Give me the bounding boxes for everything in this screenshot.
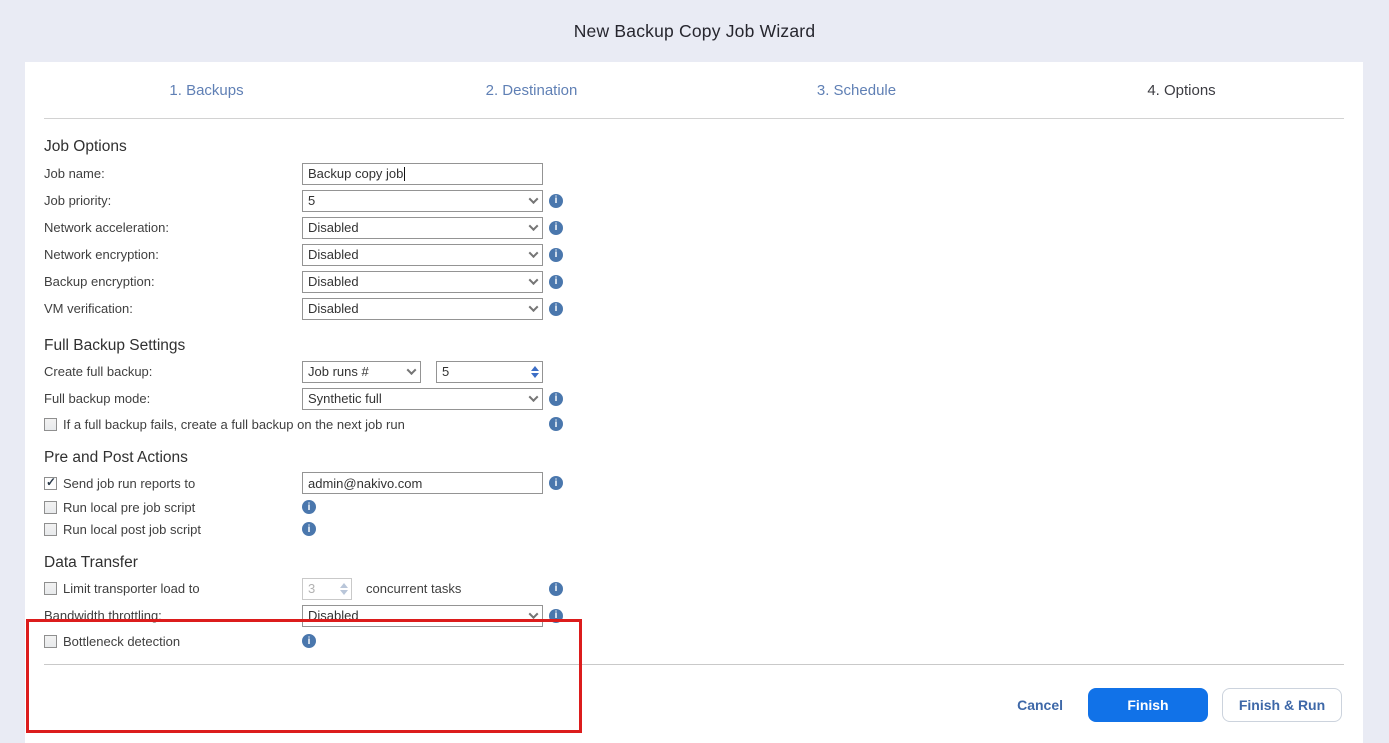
send-reports-label: Send job run reports to — [63, 475, 196, 491]
full-backup-fail-row: If a full backup fails, create a full ba… — [44, 412, 1363, 436]
info-icon[interactable] — [549, 391, 563, 406]
create-full-backup-mode-select[interactable]: Job runs # — [302, 360, 421, 383]
full-backup-fail-label: If a full backup fails, create a full ba… — [63, 416, 405, 432]
info-icon[interactable] — [302, 500, 316, 514]
full-backup-mode-label: Full backup mode: — [44, 391, 151, 406]
report-email-input[interactable]: admin@nakivo.com — [302, 472, 543, 494]
network-acceleration-select[interactable]: Disabled — [302, 216, 543, 239]
job-priority-row: Job priority: 5 — [44, 187, 1363, 214]
bottleneck-detection-checkbox[interactable] — [44, 634, 57, 648]
arrow-down-icon[interactable] — [530, 372, 539, 378]
job-name-label: Job name: — [44, 166, 105, 181]
backup-encryption-row: Backup encryption: Disabled — [44, 268, 1363, 295]
create-full-backup-label: Create full backup: — [44, 364, 153, 379]
info-icon[interactable] — [549, 220, 563, 235]
job-name-input[interactable]: Backup copy job — [302, 162, 543, 185]
full-backup-mode-row: Full backup mode: Synthetic full — [44, 385, 1363, 412]
finish-and-run-button[interactable]: Finish & Run — [1222, 688, 1342, 722]
arrow-up-icon[interactable] — [530, 365, 539, 371]
limit-transporter-row: Limit transporter load to 3 concurrent t… — [44, 575, 1363, 602]
pre-post-actions-heading: Pre and Post Actions — [44, 449, 188, 466]
info-icon[interactable] — [549, 476, 563, 490]
chevron-down-icon — [524, 272, 542, 292]
tab-schedule[interactable]: 3. Schedule — [694, 62, 1019, 118]
info-icon[interactable] — [549, 274, 563, 289]
footer-divider — [44, 664, 1344, 665]
post-script-label: Run local post job script — [63, 521, 202, 537]
report-email-value: admin@nakivo.com — [308, 475, 423, 491]
bandwidth-throttling-row: Bandwidth throttling: Disabled — [44, 602, 1363, 629]
create-full-backup-row: Create full backup: Job runs # 5 — [44, 358, 1363, 385]
pre-script-row: Run local pre job script — [44, 496, 1363, 518]
tab-options[interactable]: 4. Options — [1019, 62, 1344, 118]
chevron-down-icon — [524, 389, 542, 409]
info-icon[interactable] — [549, 581, 563, 596]
post-script-checkbox[interactable] — [44, 522, 57, 536]
pre-script-label: Run local pre job script — [63, 499, 196, 515]
wizard-steps: 1. Backups 2. Destination 3. Schedule 4.… — [44, 62, 1344, 119]
chevron-down-icon — [524, 191, 542, 211]
limit-transporter-checkbox[interactable] — [44, 582, 57, 595]
chevron-down-icon — [524, 606, 542, 626]
text-caret — [404, 166, 406, 181]
job-priority-select[interactable]: 5 — [302, 189, 543, 212]
concurrent-tasks-suffix: concurrent tasks — [366, 581, 462, 596]
info-icon[interactable] — [549, 247, 563, 262]
stepper-arrows — [336, 579, 351, 599]
info-icon[interactable] — [302, 522, 316, 536]
limit-transporter-label: Limit transporter load to — [63, 581, 200, 596]
wizard-title-bar: New Backup Copy Job Wizard — [0, 0, 1389, 62]
bottleneck-detection-row: Bottleneck detection — [44, 629, 1363, 653]
send-reports-row: Send job run reports to admin@nakivo.com — [44, 470, 1363, 496]
chevron-down-icon — [524, 299, 542, 319]
chevron-down-icon — [524, 245, 542, 265]
info-icon[interactable] — [549, 301, 563, 316]
network-encryption-select[interactable]: Disabled — [302, 243, 543, 266]
job-priority-label: Job priority: — [44, 193, 112, 208]
tab-backups[interactable]: 1. Backups — [44, 62, 369, 118]
full-backup-count-stepper[interactable]: 5 — [436, 360, 543, 383]
vm-verification-select[interactable]: Disabled — [302, 297, 543, 320]
cancel-button[interactable]: Cancel — [1017, 697, 1063, 713]
backup-encryption-label: Backup encryption: — [44, 274, 155, 289]
info-icon[interactable] — [549, 193, 563, 208]
chevron-down-icon — [524, 218, 542, 238]
options-form: Job Options Job name: Backup copy job Jo… — [25, 137, 1363, 733]
vm-verification-row: VM verification: Disabled — [44, 295, 1363, 322]
network-encryption-row: Network encryption: Disabled — [44, 241, 1363, 268]
job-name-row: Job name: Backup copy job — [44, 160, 1363, 187]
job-options-heading: Job Options — [44, 138, 127, 155]
job-name-value: Backup copy job — [308, 166, 404, 181]
info-icon[interactable] — [549, 417, 563, 431]
bandwidth-throttling-select[interactable]: Disabled — [302, 604, 543, 627]
send-reports-checkbox[interactable] — [44, 475, 57, 490]
arrow-down-icon — [339, 589, 348, 595]
footer-actions: Cancel Finish Finish & Run — [44, 688, 1363, 722]
full-backup-heading: Full Backup Settings — [44, 337, 186, 354]
post-script-row: Run local post job script — [44, 518, 1363, 540]
full-backup-fail-checkbox[interactable] — [44, 417, 57, 431]
bandwidth-throttling-label: Bandwidth throttling: — [44, 608, 162, 623]
bottleneck-detection-label: Bottleneck detection — [63, 633, 181, 649]
pre-script-checkbox[interactable] — [44, 500, 57, 514]
arrow-up-icon — [339, 582, 348, 588]
network-encryption-label: Network encryption: — [44, 247, 159, 262]
network-acceleration-label: Network acceleration: — [44, 220, 169, 235]
finish-button[interactable]: Finish — [1088, 688, 1208, 722]
backup-encryption-select[interactable]: Disabled — [302, 270, 543, 293]
full-backup-mode-select[interactable]: Synthetic full — [302, 387, 543, 410]
info-icon[interactable] — [549, 608, 563, 623]
network-acceleration-row: Network acceleration: Disabled — [44, 214, 1363, 241]
chevron-down-icon — [402, 362, 420, 382]
concurrent-tasks-stepper: 3 — [302, 577, 352, 600]
tab-destination[interactable]: 2. Destination — [369, 62, 694, 118]
data-transfer-heading: Data Transfer — [44, 554, 138, 571]
page-title: New Backup Copy Job Wizard — [573, 20, 816, 41]
wizard-panel: 1. Backups 2. Destination 3. Schedule 4.… — [25, 62, 1363, 743]
stepper-arrows[interactable] — [527, 362, 542, 382]
vm-verification-label: VM verification: — [44, 301, 133, 316]
info-icon[interactable] — [302, 634, 316, 648]
